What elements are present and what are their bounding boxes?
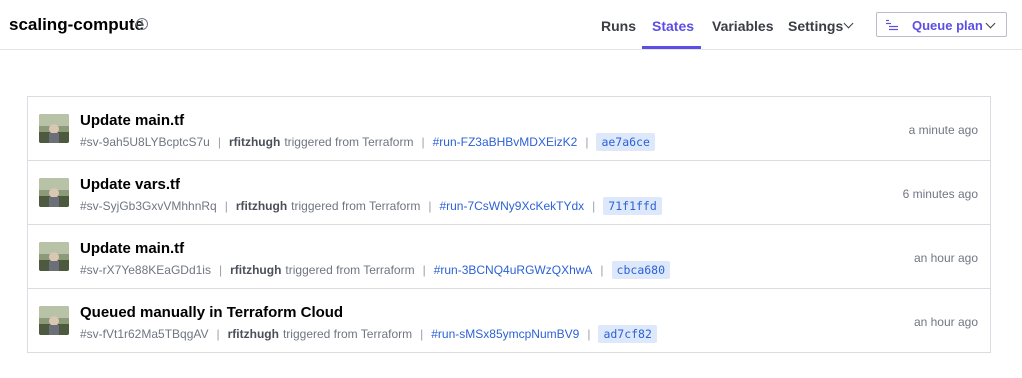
separator: | [585, 135, 589, 149]
tab-variables[interactable]: Variables [712, 18, 774, 34]
workspace-title: scaling-compute [9, 15, 145, 34]
state-row[interactable]: Update main.tf #sv-9ah5U8LYBcptcS7u | rf… [28, 97, 990, 161]
commit-sha-badge[interactable]: ae7a6ce [596, 133, 655, 151]
chevron-down-icon[interactable] [843, 18, 854, 29]
state-id: #sv-9ah5U8LYBcptcS7u [80, 135, 210, 149]
timestamp: an hour ago [913, 315, 978, 329]
separator: | [217, 135, 221, 149]
tab-settings[interactable]: Settings [788, 18, 843, 34]
state-title[interactable]: Queued manually in Terraform Cloud [80, 304, 343, 321]
username: rfitzhugh [227, 327, 279, 341]
separator: | [420, 327, 424, 341]
queue-list-icon [886, 19, 898, 31]
separator: | [216, 327, 220, 341]
state-id: #sv-rX7Ye88KEaGDd1is [80, 263, 211, 277]
top-navigation-bar: scaling-compute i Runs States Variables … [0, 0, 1022, 50]
separator: | [587, 327, 591, 341]
state-id: #sv-fVt1r62Ma5TBqgAV [80, 327, 209, 341]
commit-sha-badge[interactable]: ad7cf82 [598, 325, 657, 343]
commit-sha-badge[interactable]: cbca680 [611, 261, 671, 279]
queue-plan-label: Queue plan [912, 18, 983, 33]
tab-states[interactable]: States [652, 18, 694, 34]
states-list: Update main.tf #sv-9ah5U8LYBcptcS7u | rf… [27, 96, 991, 353]
timestamp: an hour ago [913, 251, 978, 265]
separator: | [218, 263, 223, 277]
info-icon[interactable]: i [136, 18, 148, 30]
run-link[interactable]: #run-7CsWNy9XcKekTYdx [439, 199, 584, 213]
avatar [39, 114, 69, 143]
avatar [39, 178, 69, 207]
state-meta: #sv-rX7Ye88KEaGDd1is | rfitzhugh trigger… [80, 261, 671, 279]
trigger-text: triggered from Terraform [285, 263, 415, 277]
separator: | [600, 263, 604, 277]
separator: | [224, 199, 228, 213]
run-link[interactable]: #run-3BCNQ4uRGWzQXhwA [434, 263, 593, 277]
state-meta: #sv-fVt1r62Ma5TBqgAV | rfitzhugh trigger… [80, 325, 657, 343]
timestamp: 6 minutes ago [902, 187, 978, 201]
separator: | [592, 199, 596, 213]
separator: | [422, 263, 426, 277]
run-link[interactable]: #run-FZ3aBHBvMDXEizK2 [433, 135, 578, 149]
state-row[interactable]: Update vars.tf #sv-SyjGb3GxvVMhhnRq | rf… [28, 161, 990, 225]
state-title[interactable]: Update main.tf [80, 240, 184, 257]
state-meta: #sv-9ah5U8LYBcptcS7u | rfitzhugh trigger… [80, 133, 655, 151]
active-tab-indicator [642, 46, 701, 49]
state-title[interactable]: Update vars.tf [80, 176, 180, 193]
trigger-text: triggered from Terraform [291, 199, 421, 213]
state-id: #sv-SyjGb3GxvVMhhnRq [80, 199, 217, 213]
trigger-text: triggered from Terraform [282, 327, 413, 341]
queue-plan-button[interactable]: Queue plan [876, 12, 1007, 37]
chevron-down-icon [985, 18, 996, 29]
state-row[interactable]: Update main.tf #sv-rX7Ye88KEaGDd1is | rf… [28, 225, 990, 289]
state-title[interactable]: Update main.tf [80, 112, 184, 129]
timestamp: a minute ago [908, 123, 978, 137]
trigger-text: triggered from Terraform [284, 135, 414, 149]
state-meta: #sv-SyjGb3GxvVMhhnRq | rfitzhugh trigger… [80, 197, 662, 215]
tab-runs[interactable]: Runs [601, 18, 636, 34]
state-row[interactable]: Queued manually in Terraform Cloud #sv-f… [28, 289, 990, 353]
username: rfitzhugh [228, 135, 281, 149]
run-link[interactable]: #run-sMSx85ymcpNumBV9 [431, 327, 579, 341]
separator: | [428, 199, 432, 213]
username: rfitzhugh [230, 263, 282, 277]
separator: | [421, 135, 425, 149]
avatar [39, 242, 69, 271]
username: rfitzhugh [235, 199, 288, 213]
commit-sha-badge[interactable]: 71f1ffd [603, 197, 662, 215]
avatar [39, 306, 69, 335]
